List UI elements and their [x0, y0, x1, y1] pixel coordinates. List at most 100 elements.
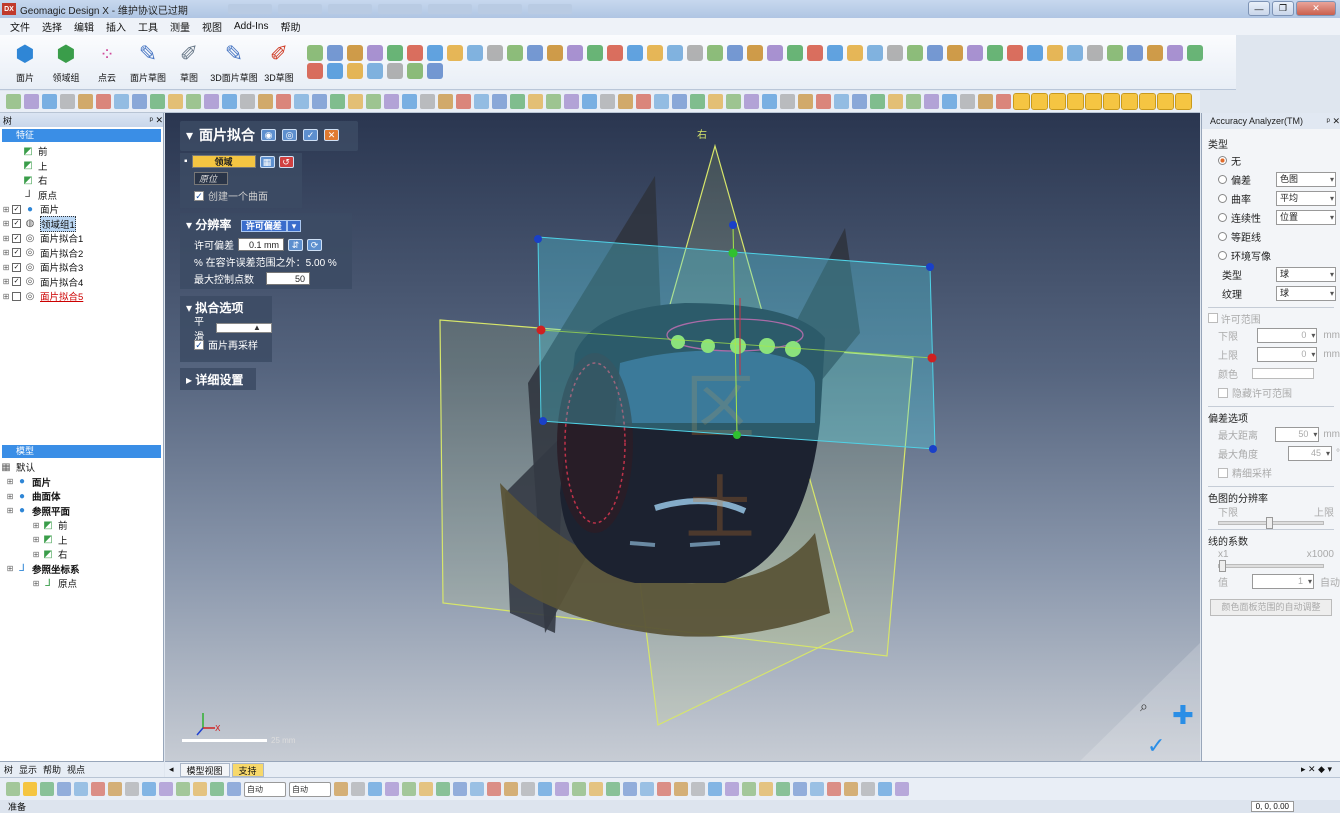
selection-tool-icon[interactable] [6, 782, 20, 796]
selection-tool-icon[interactable] [159, 782, 173, 796]
tab-display[interactable]: 显示 [19, 763, 37, 776]
view-tool-icon[interactable] [1139, 93, 1156, 110]
feature-tree-item[interactable]: ⊞ ✓ ◎ 面片拟合4 [0, 275, 163, 290]
view-tool-icon[interactable] [690, 94, 705, 109]
hide-allow-checkbox[interactable] [1218, 387, 1228, 398]
feature-tree-item[interactable]: ⅃ 原点 [0, 188, 163, 203]
selection-tool-icon[interactable] [74, 782, 88, 796]
view-tool-icon[interactable] [1121, 93, 1138, 110]
ribbon-tool-icon[interactable] [1027, 45, 1043, 61]
ribbon-tool-icon[interactable] [627, 45, 643, 61]
spinner-icon[interactable]: ⇵ [288, 238, 303, 251]
selection-tool-icon[interactable] [861, 782, 875, 796]
selection-tool-icon[interactable] [368, 782, 382, 796]
view-tool-icon[interactable] [132, 94, 147, 109]
minimize-button[interactable]: — [1248, 1, 1270, 16]
cancel-icon[interactable]: ✕ [324, 129, 340, 141]
selection-tool-icon[interactable] [91, 782, 105, 796]
view-tool-icon[interactable] [834, 94, 849, 109]
ribbon-tool-icon[interactable] [927, 45, 943, 61]
ribbon-tool-icon[interactable] [767, 45, 783, 61]
view-tool-icon[interactable] [564, 94, 579, 109]
expand-icon[interactable]: ⊞ [30, 521, 42, 530]
expand-icon[interactable]: ⊞ [30, 579, 42, 588]
ribbon-tool-icon[interactable] [807, 45, 823, 61]
tab-tree[interactable]: 树 [4, 763, 13, 776]
view-tool-icon[interactable] [744, 94, 759, 109]
selection-tool-icon[interactable] [742, 782, 756, 796]
view-tool-icon[interactable] [798, 94, 813, 109]
color-swatch[interactable] [1252, 368, 1314, 379]
ribbon-tool-icon[interactable] [507, 45, 523, 61]
expand-icon[interactable]: ⊞ [0, 263, 12, 272]
view-tool-icon[interactable] [618, 94, 633, 109]
ribbon-tool-icon[interactable] [1067, 45, 1083, 61]
smooth-slider[interactable]: ▲ [216, 322, 272, 333]
ribbon-tool-icon[interactable] [367, 45, 383, 61]
expand-icon[interactable]: ⊞ [4, 564, 16, 573]
model-tree-item[interactable]: ⊞ ⅃ 参照坐标系 [0, 562, 163, 577]
menu-edit[interactable]: 编辑 [74, 19, 94, 34]
collapse-icon[interactable]: ▾ [186, 127, 193, 144]
selection-tool-icon[interactable] [436, 782, 450, 796]
selection-tool-icon[interactable] [640, 782, 654, 796]
ribbon-tool-icon[interactable] [327, 63, 343, 79]
point-cloud-button[interactable]: ⁘ 点云 [88, 35, 126, 84]
view-tool-icon[interactable] [1157, 93, 1174, 110]
view-tool-icon[interactable] [96, 94, 111, 109]
ribbon-tool-icon[interactable] [707, 45, 723, 61]
feature-tree-item[interactable]: ⊞ ✓ ◎ 面片拟合1 [0, 231, 163, 246]
ribbon-tool-icon[interactable] [347, 63, 363, 79]
radio-button[interactable] [1218, 194, 1227, 203]
view-tool-icon[interactable] [996, 94, 1011, 109]
radio-button[interactable] [1218, 232, 1227, 241]
model-tree-item[interactable]: ⊞ ● 曲面体 [0, 489, 163, 504]
tab-nav-icons[interactable]: ▸ ✕ ◆ ▾ [1301, 764, 1332, 775]
view-tool-icon[interactable] [222, 94, 237, 109]
view-tool-icon[interactable] [708, 94, 723, 109]
view-tool-icon[interactable] [150, 94, 165, 109]
fine-sample-checkbox[interactable] [1218, 467, 1228, 478]
view-tool-icon[interactable] [24, 94, 39, 109]
3d-sketch-button[interactable]: ✐ 3D草图 [260, 35, 298, 84]
view-tool-icon[interactable] [294, 94, 309, 109]
expand-icon[interactable]: ⊞ [0, 292, 12, 301]
view-tool-icon[interactable] [870, 94, 885, 109]
expand-icon[interactable]: ⊞ [30, 535, 42, 544]
view-tool-icon[interactable] [510, 94, 525, 109]
ribbon-tool-icon[interactable] [407, 63, 423, 79]
selection-tool-icon[interactable] [453, 782, 467, 796]
view-tool-icon[interactable] [1013, 93, 1030, 110]
analysis-option-select[interactable]: 平均 [1276, 191, 1336, 206]
selection-tool-icon[interactable] [708, 782, 722, 796]
feature-tree-item[interactable]: ◩ 上 [0, 159, 163, 174]
select-icon[interactable]: ▦ [259, 155, 275, 168]
reset-icon[interactable]: ↺ [278, 155, 294, 168]
view-tool-icon[interactable] [816, 94, 831, 109]
view-tool-icon[interactable] [528, 94, 543, 109]
view-tool-icon[interactable] [402, 94, 417, 109]
selection-tool-icon[interactable] [402, 782, 416, 796]
model-tree-root[interactable]: ▦ 默认 [0, 460, 163, 475]
view-tool-icon[interactable] [906, 94, 921, 109]
view-tool-icon[interactable] [474, 94, 489, 109]
collapse-icon[interactable]: ▪ [184, 156, 188, 167]
visibility-checkbox[interactable]: ✓ [12, 204, 21, 214]
feature-tree-item[interactable]: ⊞ ✓ ● 面片 [0, 202, 163, 217]
view-tool-icon[interactable] [348, 94, 363, 109]
view-tool-icon[interactable] [42, 94, 57, 109]
visibility-checkbox[interactable]: ✓ [12, 248, 21, 258]
selection-tool-icon[interactable] [589, 782, 603, 796]
resolution-mode-select[interactable]: 许可偏差 [240, 220, 287, 232]
line-factor-slider[interactable] [1218, 560, 1324, 572]
view-tool-icon[interactable] [240, 94, 255, 109]
ribbon-tool-icon[interactable] [987, 45, 1003, 61]
menu-view[interactable]: 视图 [202, 19, 222, 34]
view-tool-icon[interactable] [114, 94, 129, 109]
radio-button[interactable] [1218, 213, 1227, 222]
view-tool-icon[interactable] [1103, 93, 1120, 110]
model-tree-item[interactable]: ⊞ ● 参照平面 [0, 504, 163, 519]
ribbon-tool-icon[interactable] [407, 45, 423, 61]
selection-tool-icon[interactable] [125, 782, 139, 796]
region-field[interactable]: 领域 [191, 155, 256, 168]
